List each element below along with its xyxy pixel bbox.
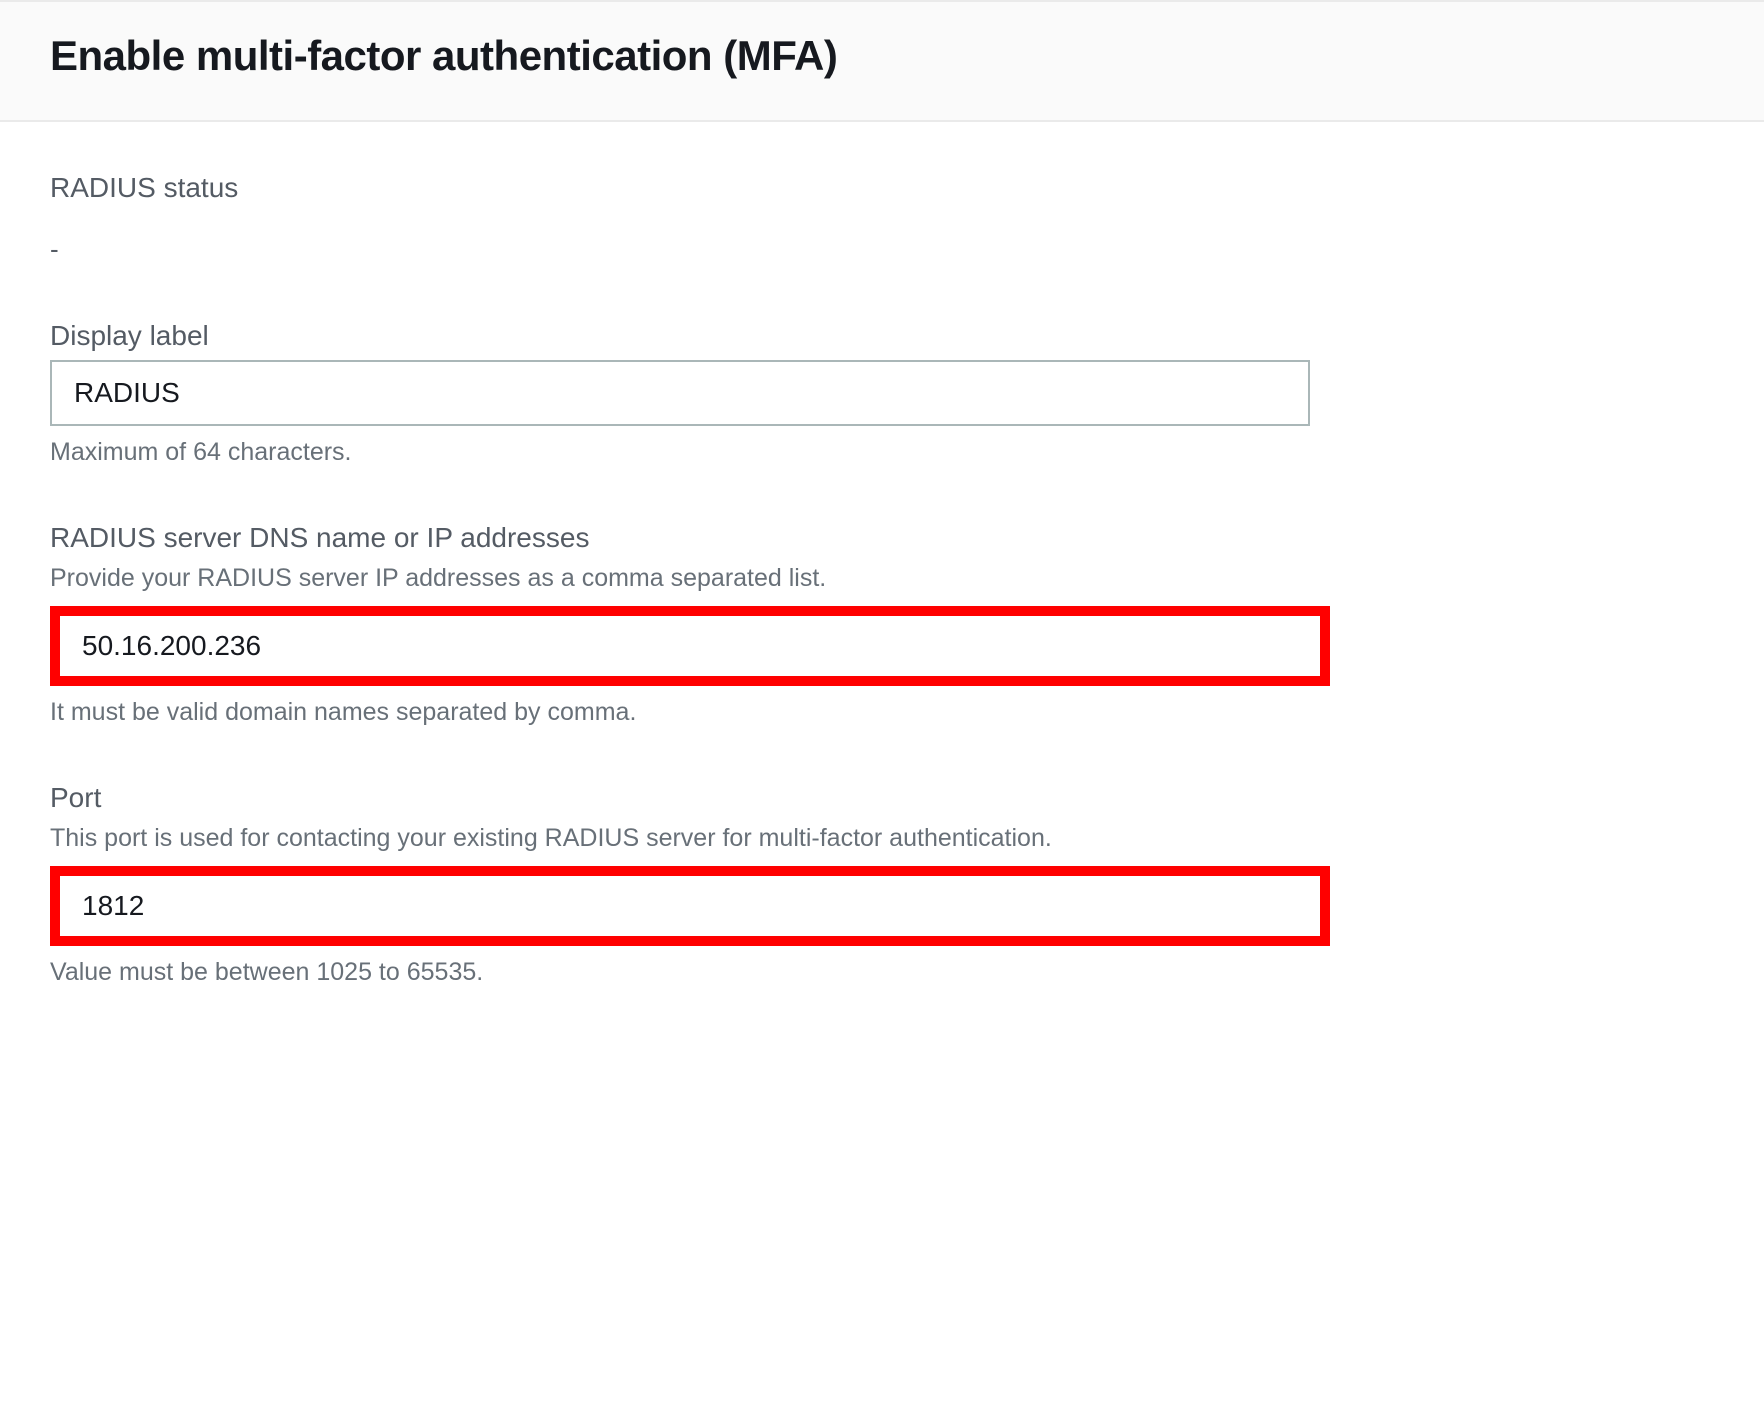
port-input[interactable] [60, 876, 1320, 936]
server-address-subtext: Provide your RADIUS server IP addresses … [50, 562, 1714, 596]
display-label-input[interactable] [50, 360, 1310, 426]
server-address-group: RADIUS server DNS name or IP addresses P… [50, 522, 1714, 727]
form-content: RADIUS status - Display label Maximum of… [0, 122, 1764, 1072]
port-label: Port [50, 782, 1714, 814]
server-address-help: It must be valid domain names separated … [50, 698, 1714, 727]
display-label-label: Display label [50, 320, 1714, 352]
server-address-input[interactable] [60, 616, 1320, 676]
page-header: Enable multi-factor authentication (MFA) [0, 0, 1764, 122]
display-label-group: Display label Maximum of 64 characters. [50, 320, 1714, 467]
port-group: Port This port is used for contacting yo… [50, 782, 1714, 987]
radius-status-label: RADIUS status [50, 172, 1714, 204]
display-label-help: Maximum of 64 characters. [50, 438, 1714, 467]
server-address-highlight [50, 606, 1330, 686]
radius-status-value: - [50, 234, 1714, 265]
server-address-label: RADIUS server DNS name or IP addresses [50, 522, 1714, 554]
port-subtext: This port is used for contacting your ex… [50, 822, 1714, 856]
page-title: Enable multi-factor authentication (MFA) [50, 32, 1714, 80]
port-help: Value must be between 1025 to 65535. [50, 958, 1714, 987]
radius-status-group: RADIUS status - [50, 172, 1714, 265]
port-highlight [50, 866, 1330, 946]
